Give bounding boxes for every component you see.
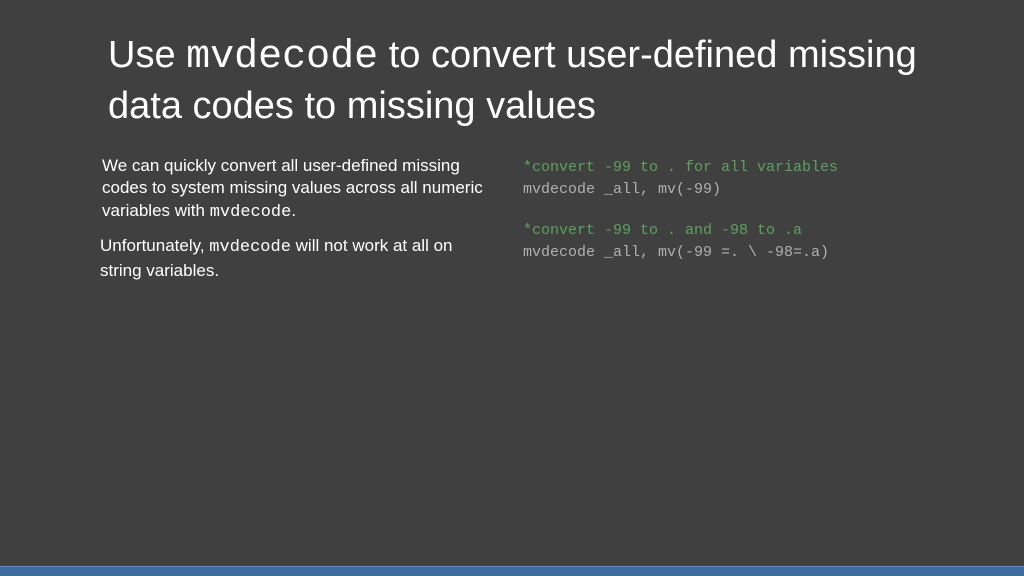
left-column: We can quickly convert all user-defined …: [108, 155, 493, 284]
title-prefix: Use: [108, 34, 186, 76]
para1-suffix: .: [291, 201, 296, 220]
para2-cmd: mvdecode: [209, 238, 291, 257]
para2-prefix: Unfortunately,: [100, 236, 209, 255]
slide-container: Use mvdecode to convert user-defined mis…: [0, 0, 1024, 576]
code-block-1: *convert -99 to . for all variables mvde…: [523, 157, 964, 202]
slide-title: Use mvdecode to convert user-defined mis…: [108, 32, 964, 131]
comment-1: *convert -99 to . for all variables: [523, 157, 964, 180]
code-line-1: mvdecode _all, mv(-99): [523, 179, 964, 202]
comment-2: *convert -99 to . and -98 to .a: [523, 220, 964, 243]
code-line-2: mvdecode _all, mv(-99 =. \ -98=.a): [523, 242, 964, 265]
paragraph-2: Unfortunately, mvdecode will not work at…: [100, 235, 493, 283]
para1-cmd: mvdecode: [210, 203, 292, 222]
title-command: mvdecode: [186, 35, 378, 80]
code-block-2: *convert -99 to . and -98 to .a mvdecode…: [523, 220, 964, 265]
paragraph-1: We can quickly convert all user-defined …: [102, 155, 493, 226]
bottom-bar: [0, 566, 1024, 576]
right-column: *convert -99 to . for all variables mvde…: [523, 155, 964, 284]
content-row: We can quickly convert all user-defined …: [108, 155, 964, 284]
